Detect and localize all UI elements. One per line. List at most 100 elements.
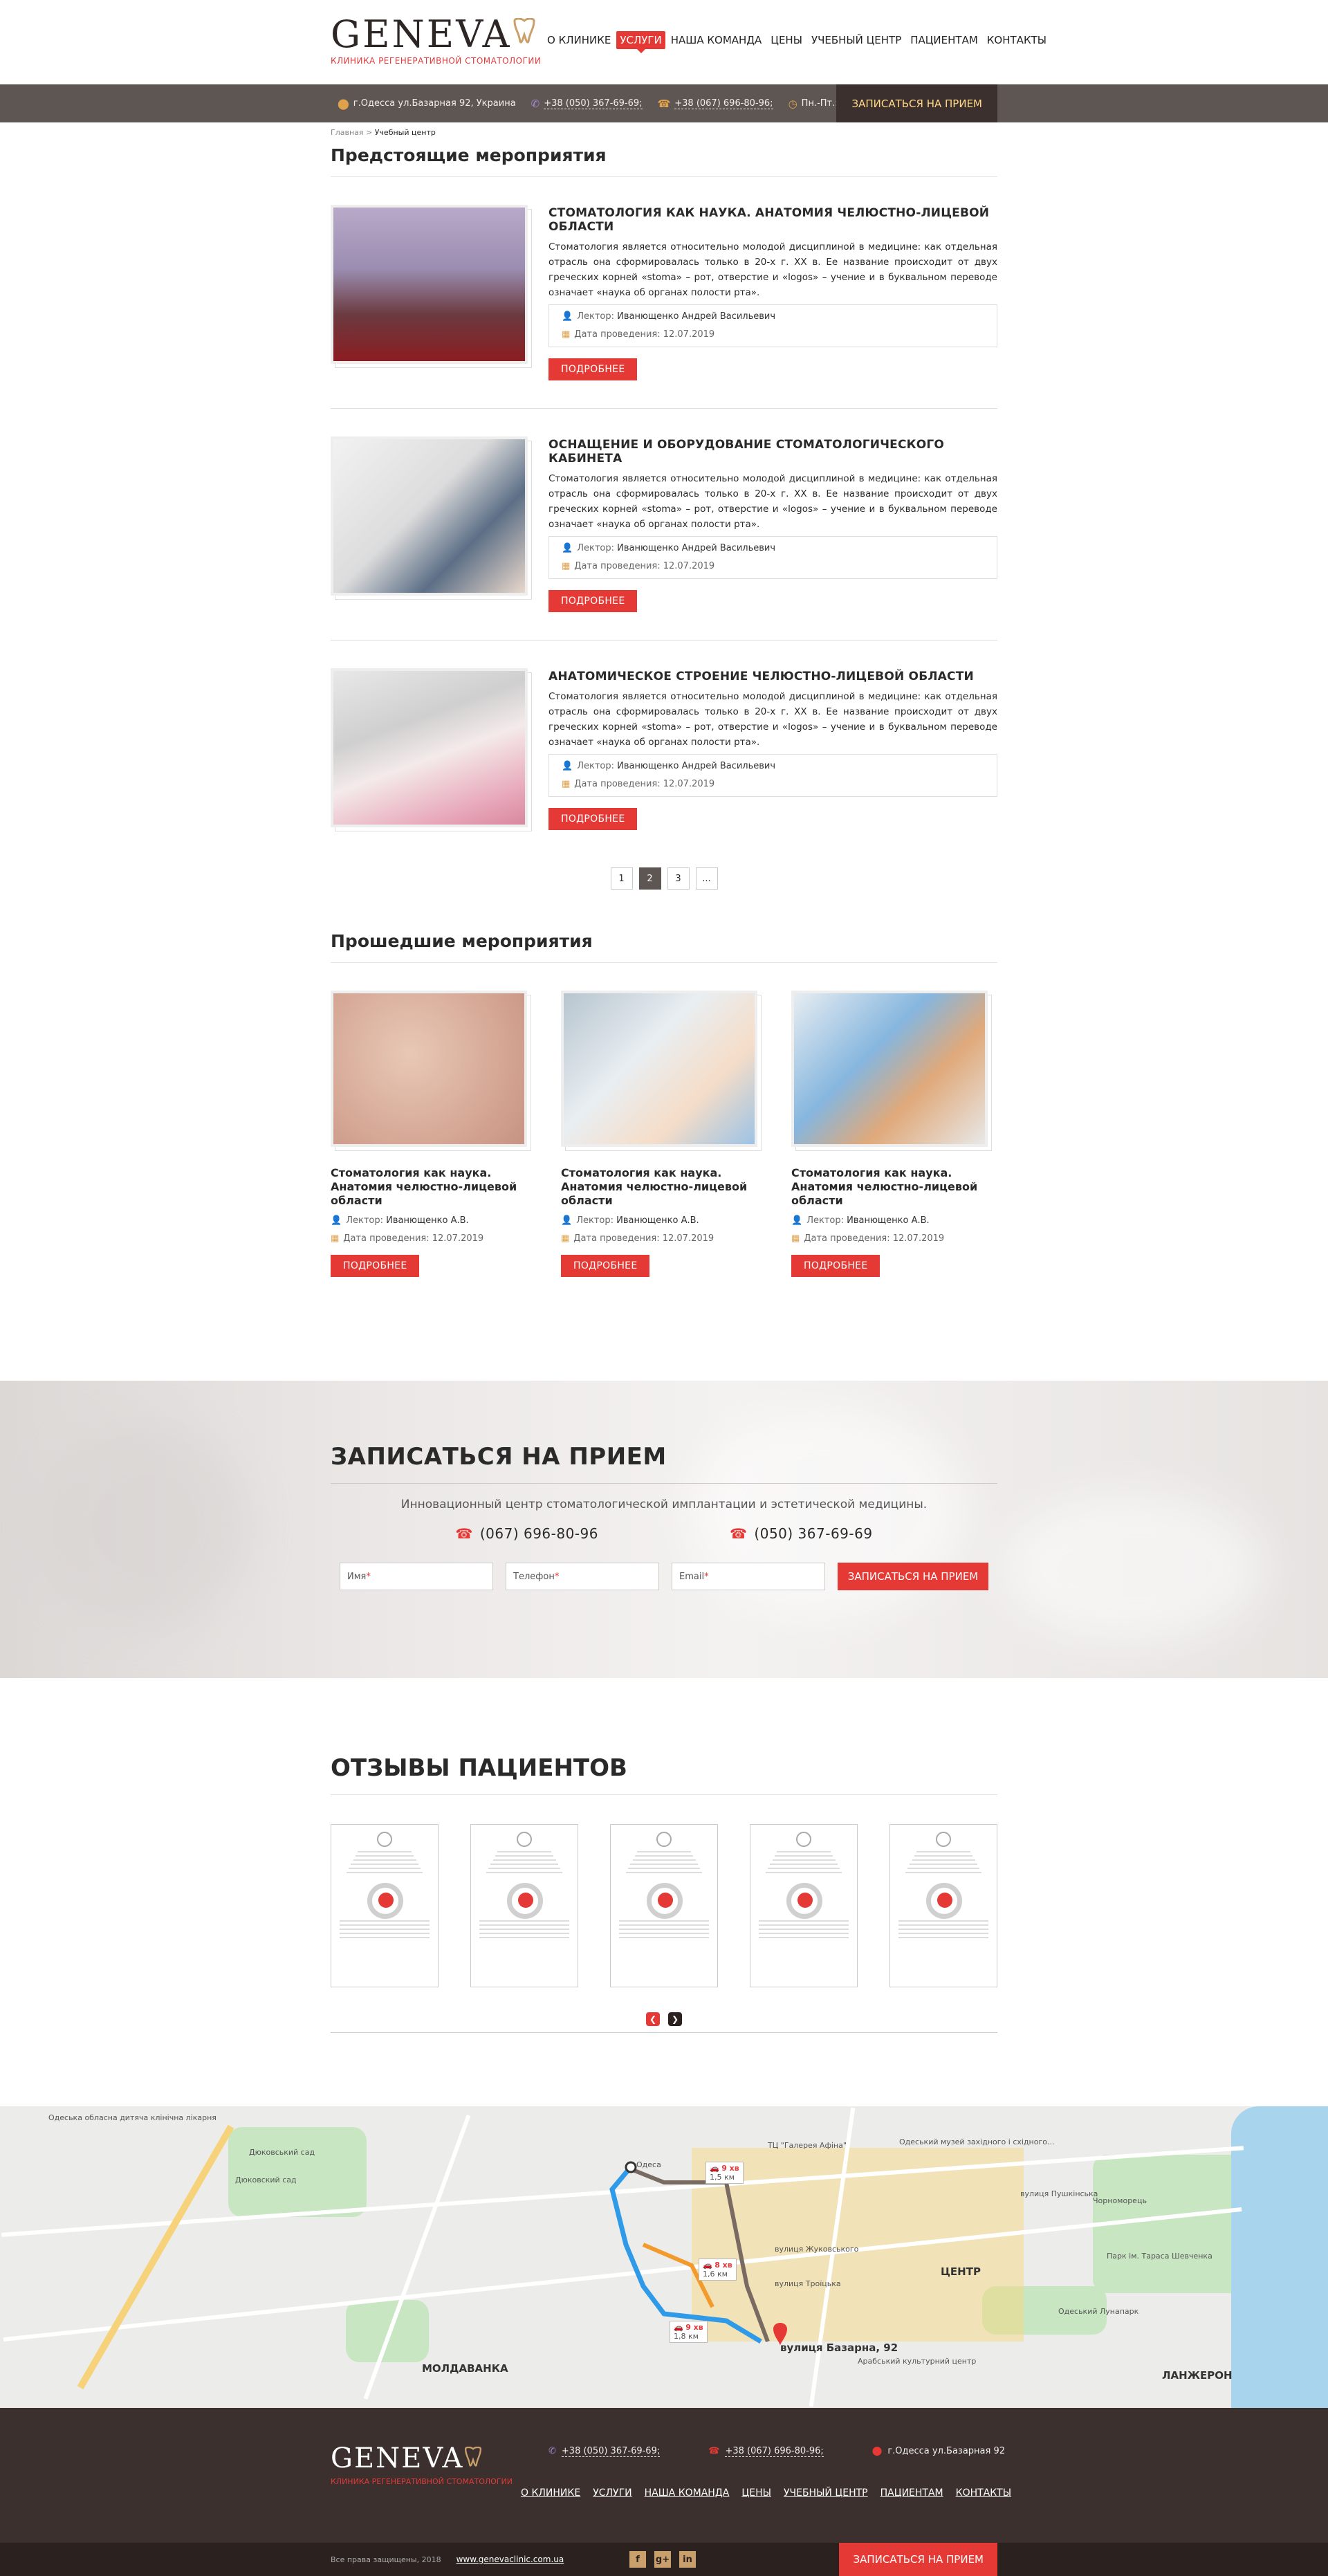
email-input[interactable]: Email * — [672, 1563, 825, 1590]
page-button[interactable]: ... — [695, 867, 718, 890]
footer-nav-item-6[interactable]: КОНТАКТЫ — [956, 2487, 1011, 2499]
event-title[interactable]: АНАТОМИЧЕСКОЕ СТРОЕНИЕ ЧЕЛЮСТНО-ЛИЦЕВОЙ … — [548, 670, 997, 683]
footer-nav-item-0[interactable]: О КЛИНИКЕ — [521, 2487, 580, 2499]
event-body: АНАТОМИЧЕСКОЕ СТРОЕНИЕ ЧЕЛЮСТНО-ЛИЦЕВОЙ … — [548, 668, 997, 830]
past-event-meta: 👤 Лектор: Иванющенко А.В. ▦ Дата проведения… — [791, 1215, 945, 1244]
pagination: 1 2 3... — [331, 867, 997, 890]
breadcrumb-current: Учебный центр — [374, 128, 436, 137]
map-label: Одеса — [636, 2160, 661, 2169]
route-time-badge[interactable]: 🚗 9 хв 1,8 км — [670, 2321, 708, 2343]
book-appointment-button[interactable]: ЗАПИСАТЬСЯ НА ПРИЕМ — [836, 84, 997, 122]
review-document[interactable] — [470, 1824, 578, 1987]
phone-mobile[interactable]: ☎ +38 (067) 696-80-96; — [658, 98, 773, 110]
map-label: Одеський музей західного і східного... — [899, 2137, 1055, 2146]
event-meta: 👤 Лектор: Иванющенко Андрей Васильевич ▦ Да… — [548, 536, 997, 579]
map-label: вулиця Троїцька — [775, 2279, 841, 2288]
user-icon: 👤 — [331, 1215, 342, 1226]
page-button[interactable]: 3 — [667, 867, 690, 890]
event-date: 12.07.2019 — [663, 561, 715, 571]
more-button[interactable]: ПОДРОБНЕЕ — [561, 1255, 650, 1277]
event-description: Стоматология является относительно молод… — [548, 473, 997, 530]
past-event-card: Стоматология как наука. Анатомия челюстн… — [331, 991, 537, 1277]
calendar-icon: ▦ — [562, 329, 571, 340]
more-button[interactable]: ПОДРОБНЕЕ — [548, 358, 638, 380]
more-button[interactable]: ПОДРОБНЕЕ — [548, 808, 638, 830]
past-event-title[interactable]: Стоматология как наука. Анатомия челюстн… — [331, 1166, 537, 1208]
sub-footer: Все права защищены, 2018 www.genevaclini… — [0, 2543, 1328, 2576]
review-document[interactable] — [331, 1824, 439, 1987]
instagram-icon[interactable]: in — [679, 2551, 696, 2568]
nav-item-6[interactable]: КОНТАКТЫ — [984, 31, 1050, 49]
google-plus-icon[interactable]: g+ — [654, 2551, 671, 2568]
event-image[interactable] — [331, 436, 532, 600]
nav-item-0[interactable]: О КЛИНИКЕ — [544, 31, 614, 49]
footer-nav-item-5[interactable]: ПАЦИЕНТАМ — [880, 2487, 943, 2499]
more-button[interactable]: ПОДРОБНЕЕ — [548, 590, 638, 612]
upcoming-events-list: СТОМАТОЛОГИЯ КАК НАУКА. АНАТОМИЯ ЧЕЛЮСТН… — [331, 177, 997, 858]
route-time-badge[interactable]: 🚗 8 хв 1,6 км — [699, 2258, 737, 2281]
location-map[interactable]: Одеська обласна дитяча клінічна лікарня Д… — [0, 2106, 1328, 2408]
phone-input[interactable]: Телефон * — [506, 1563, 659, 1590]
past-event-meta: 👤 Лектор: Иванющенко А.В. ▦ Дата проведения… — [561, 1215, 714, 1244]
map-label: ЛАНЖЕРОН — [1162, 2369, 1233, 2382]
calendar-icon: ▦ — [791, 1233, 800, 1244]
map-label: Дюковский сад — [235, 2175, 297, 2184]
prev-arrow-icon[interactable]: ❮ — [646, 2012, 660, 2026]
route-time-badge[interactable]: 🚗 9 хв 1,5 км — [706, 2162, 744, 2184]
nav-item-2[interactable]: НАША КОМАНДА — [667, 31, 766, 49]
facebook-icon[interactable]: f — [629, 2551, 646, 2568]
breadcrumb-home[interactable]: Главная — [331, 128, 364, 137]
event-image[interactable] — [331, 205, 532, 368]
footer-nav-item-3[interactable]: ЦЕНЫ — [741, 2487, 771, 2499]
nav-item-4[interactable]: УЧЕБНЫЙ ЦЕНТР — [808, 31, 905, 49]
past-event-image[interactable] — [331, 991, 531, 1151]
appointment-submit-button[interactable]: ЗАПИСАТЬСЯ НА ПРИЕМ — [838, 1563, 988, 1590]
past-title: Прошедшие мероприятия — [331, 931, 997, 963]
more-button[interactable]: ПОДРОБНЕЕ — [331, 1255, 420, 1277]
appointment-phone-1[interactable]: ☎ (067) 696-80-96 — [455, 1525, 598, 1542]
past-event-title[interactable]: Стоматология как наука. Анатомия челюстн… — [791, 1166, 997, 1208]
logo[interactable]: GENEVA КЛИНИКА РЕГЕНЕРАТИВНОЙ СТОМАТОЛОГ… — [331, 15, 541, 66]
location-pin-icon: ⬤ — [872, 2446, 883, 2456]
copyright: Все права защищены, 2018 — [331, 2555, 441, 2564]
footer-phone-viber[interactable]: ✆ +38 (050) 367-69-69; — [548, 2446, 661, 2457]
footer-nav-item-2[interactable]: НАША КОМАНДА — [645, 2487, 730, 2499]
past-event-image[interactable] — [561, 991, 762, 1151]
nav-item-5[interactable]: ПАЦИЕНТАМ — [907, 31, 981, 49]
tooth-icon — [513, 18, 535, 44]
footer-nav: О КЛИНИКЕ УСЛУГИ НАША КОМАНДА ЦЕНЫ УЧЕБНЫЙ Ц… — [521, 2487, 1011, 2499]
event-title[interactable]: ОСНАЩЕНИЕ И ОБОРУДОВАНИЕ СТОМАТОЛОГИЧЕСК… — [548, 438, 997, 466]
phone-viber[interactable]: ✆ +38 (050) 367-69-69; — [531, 98, 643, 110]
nav-item-3[interactable]: ЦЕНЫ — [767, 31, 806, 49]
page-button[interactable]: 2 — [638, 867, 661, 890]
event-title[interactable]: СТОМАТОЛОГИЯ КАК НАУКА. АНАТОМИЯ ЧЕЛЮСТН… — [548, 206, 997, 234]
name-input[interactable]: Имя * — [340, 1563, 493, 1590]
footer-phone-mobile[interactable]: ☎ +38 (067) 696-80-96; — [708, 2446, 824, 2457]
footer-logo[interactable]: GENEVA КЛИНИКА РЕГЕНЕРАТИВНОЙ СТОМАТОЛОГ… — [331, 2442, 513, 2486]
appointment-phone-2[interactable]: ☎ (050) 367-69-69 — [730, 1525, 873, 1542]
footer-book-button[interactable]: ЗАПИСАТЬСЯ НА ПРИЕМ — [839, 2543, 997, 2576]
footer-nav-item-4[interactable]: УЧЕБНЫЙ ЦЕНТР — [784, 2487, 868, 2499]
footer-nav-item-1[interactable]: УСЛУГИ — [593, 2487, 631, 2499]
review-document[interactable] — [889, 1824, 997, 1987]
nav-item-1[interactable]: УСЛУГИ — [616, 31, 665, 53]
event-image[interactable] — [331, 668, 532, 831]
map-label: Чорноморець — [1093, 2196, 1147, 2205]
emblem-icon — [796, 1832, 811, 1847]
viber-icon: ✆ — [531, 97, 540, 110]
review-documents — [331, 1824, 997, 1987]
map-label: ТЦ "Галерея Афіна" — [768, 2141, 847, 2150]
site-link[interactable]: www.genevaclinic.com.ua — [456, 2555, 564, 2564]
next-arrow-icon[interactable]: ❯ — [668, 2012, 682, 2026]
location-pin-icon: ⬤ — [338, 97, 349, 110]
review-document[interactable] — [750, 1824, 858, 1987]
reviews-title: ОТЗЫВЫ ПАЦИЕНТОВ — [331, 1754, 997, 1795]
car-icon: 🚗 — [674, 2323, 683, 2332]
emblem-icon — [656, 1832, 672, 1847]
event-meta: 👤 Лектор: Иванющенко Андрей Васильевич ▦ Да… — [548, 754, 997, 797]
past-event-title[interactable]: Стоматология как наука. Анатомия челюстн… — [561, 1166, 767, 1208]
more-button[interactable]: ПОДРОБНЕЕ — [791, 1255, 880, 1277]
review-document[interactable] — [610, 1824, 718, 1987]
past-event-image[interactable] — [791, 991, 992, 1151]
page-button[interactable]: 1 — [610, 867, 633, 890]
